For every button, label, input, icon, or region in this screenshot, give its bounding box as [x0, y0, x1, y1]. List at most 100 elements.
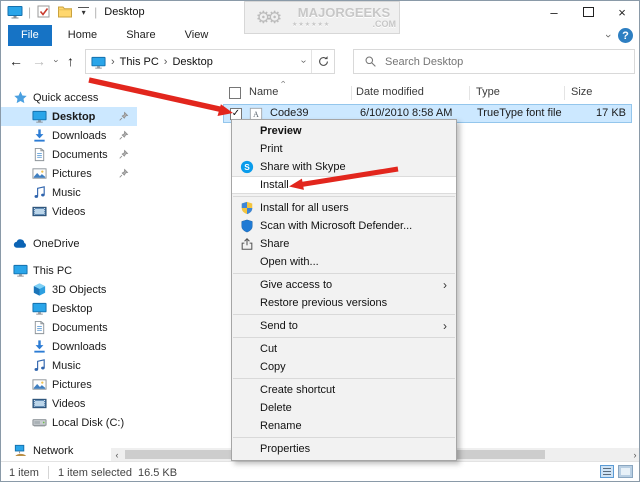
- music-icon: [32, 185, 47, 200]
- menu-item-delete[interactable]: Delete: [232, 399, 456, 417]
- music-icon: [32, 358, 47, 373]
- menu-item-cut[interactable]: Cut: [232, 340, 456, 358]
- menu-item-copy[interactable]: Copy: [232, 358, 456, 376]
- sidebar-item-documents[interactable]: Documents: [1, 318, 137, 337]
- recent-locations-icon[interactable]: ›: [52, 60, 62, 63]
- breadcrumb-desktop[interactable]: Desktop: [172, 56, 212, 68]
- address-bar[interactable]: › This PC › Desktop ›: [85, 49, 335, 74]
- column-divider[interactable]: [564, 86, 565, 100]
- menu-item-install[interactable]: Install: [232, 176, 456, 194]
- menu-item-rename[interactable]: Rename: [232, 417, 456, 435]
- sidebar-item-documents[interactable]: Documents: [1, 145, 137, 164]
- sidebar-item-onedrive[interactable]: OneDrive: [1, 234, 137, 253]
- expand-ribbon-icon[interactable]: ›: [602, 34, 614, 38]
- sidebar-item-downloads[interactable]: Downloads: [1, 337, 137, 356]
- download-icon: [32, 339, 47, 354]
- tab-share[interactable]: Share: [113, 25, 168, 46]
- refresh-icon: [317, 55, 330, 68]
- divider: [47, 466, 49, 479]
- menu-separator: [233, 437, 455, 438]
- sidebar-item-desktop[interactable]: Desktop: [1, 299, 137, 318]
- menu-item-give-access-to[interactable]: Give access to ›: [232, 276, 456, 294]
- sidebar-item-videos[interactable]: Videos: [1, 202, 137, 221]
- search-input[interactable]: [385, 55, 634, 68]
- menu-item-install-for-all-users[interactable]: Install for all users: [232, 199, 456, 217]
- monitor-icon: [32, 109, 47, 124]
- menu-item-label: Copy: [260, 361, 286, 373]
- sidebar-item-local-disk-c[interactable]: Local Disk (C:): [1, 413, 137, 432]
- details-view-icon[interactable]: [600, 465, 614, 478]
- menu-item-open-with[interactable]: Open with...: [232, 253, 456, 271]
- search-icon: [364, 55, 377, 68]
- sidebar-item-music[interactable]: Music: [1, 183, 137, 202]
- star-icon: [13, 90, 28, 105]
- tab-home[interactable]: Home: [55, 25, 110, 46]
- large-icons-view-icon[interactable]: [618, 465, 633, 478]
- sidebar-item-music[interactable]: Music: [1, 356, 137, 375]
- sidebar-item-videos[interactable]: Videos: [1, 394, 137, 413]
- menu-item-send-to[interactable]: Send to ›: [232, 317, 456, 335]
- sidebar-item-quick-access[interactable]: Quick access: [1, 88, 137, 107]
- sidebar-item-downloads[interactable]: Downloads: [1, 126, 137, 145]
- uac-shield-icon: [240, 201, 254, 215]
- forward-button[interactable]: →: [32, 53, 46, 69]
- submenu-arrow-icon: ›: [443, 278, 447, 292]
- ribbon-tabs: File Home Share View: [1, 25, 639, 47]
- menu-item-restore-previous-versions[interactable]: Restore previous versions: [232, 294, 456, 312]
- sidebar-item-label: Local Disk (C:): [52, 416, 125, 429]
- sidebar-item-label: Network: [33, 444, 74, 457]
- address-dropdown-icon[interactable]: ›: [298, 54, 309, 69]
- select-all-checkbox[interactable]: [229, 87, 241, 99]
- properties-quick-icon[interactable]: [36, 4, 52, 20]
- menu-item-share-with-skype[interactable]: S Share with Skype: [232, 158, 456, 176]
- menu-item-print[interactable]: Print: [232, 140, 456, 158]
- window-title: Desktop: [104, 6, 145, 18]
- maximize-button[interactable]: [571, 1, 605, 23]
- pin-icon: [118, 111, 129, 122]
- skype-icon: S: [240, 160, 254, 174]
- column-header-type[interactable]: Type: [476, 86, 500, 98]
- scroll-left-icon[interactable]: ‹: [111, 448, 123, 461]
- help-icon[interactable]: ?: [618, 28, 633, 43]
- watermark-text: MAJORGEEKS: [297, 5, 391, 20]
- refresh-button[interactable]: [312, 50, 334, 73]
- sidebar-item-this-pc[interactable]: This PC: [1, 261, 137, 280]
- menu-item-properties[interactable]: Properties: [232, 440, 456, 458]
- column-header-name[interactable]: Name: [249, 86, 278, 98]
- menu-separator: [233, 273, 455, 274]
- menu-item-share[interactable]: Share: [232, 235, 456, 253]
- column-divider[interactable]: [469, 86, 470, 100]
- breadcrumb-this-pc[interactable]: This PC: [120, 56, 159, 68]
- scroll-right-icon[interactable]: ›: [629, 448, 639, 461]
- back-button[interactable]: ←: [9, 53, 23, 69]
- menu-item-create-shortcut[interactable]: Create shortcut: [232, 381, 456, 399]
- document-icon: [32, 147, 47, 162]
- search-box[interactable]: [353, 49, 635, 74]
- column-header-size[interactable]: Size: [571, 86, 592, 98]
- menu-separator: [233, 337, 455, 338]
- close-button[interactable]: ×: [605, 1, 639, 23]
- column-divider[interactable]: [351, 86, 352, 100]
- sidebar-item-desktop[interactable]: Desktop: [1, 107, 137, 126]
- menu-item-scan-with-microsoft-defender[interactable]: Scan with Microsoft Defender...: [232, 217, 456, 235]
- customize-quick-access-icon[interactable]: ▾: [78, 7, 90, 17]
- up-button[interactable]: ↑: [67, 53, 74, 69]
- column-header-date-modified[interactable]: Date modified: [356, 86, 424, 98]
- defender-shield-icon: [240, 219, 254, 233]
- tab-view[interactable]: View: [172, 25, 222, 46]
- new-folder-quick-icon[interactable]: [57, 4, 73, 20]
- tab-file[interactable]: File: [8, 25, 52, 46]
- monitor-icon: [13, 263, 28, 278]
- sidebar-item-pictures[interactable]: Pictures: [1, 375, 137, 394]
- document-icon: [32, 320, 47, 335]
- menu-item-label: Give access to: [260, 279, 333, 291]
- sidebar-item-pictures[interactable]: Pictures: [1, 164, 137, 183]
- sidebar-item-3d-objects[interactable]: 3D Objects: [1, 280, 137, 299]
- menu-item-label: Open with...: [260, 256, 319, 268]
- menu-item-label: Preview: [260, 125, 302, 137]
- selection-size: 16.5 KB: [137, 466, 178, 479]
- minimize-button[interactable]: –: [537, 1, 571, 23]
- menu-separator: [233, 314, 455, 315]
- menu-item-label: Scan with Microsoft Defender...: [260, 220, 413, 232]
- menu-item-preview[interactable]: Preview: [232, 122, 456, 140]
